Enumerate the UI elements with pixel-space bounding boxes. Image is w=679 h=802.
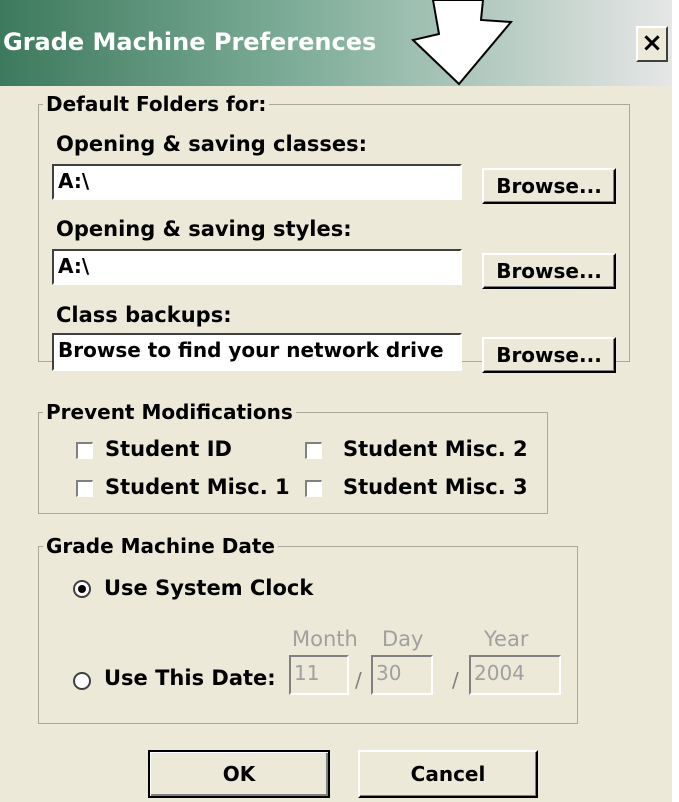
- backups-path-field[interactable]: Browse to find your network drive: [52, 333, 462, 371]
- use-this-date-radio[interactable]: [73, 672, 91, 690]
- radio-selected-dot: [78, 585, 86, 593]
- date-separator: /: [355, 668, 362, 692]
- ok-button[interactable]: OK: [148, 750, 330, 798]
- year-field: 2004: [469, 655, 561, 695]
- browse-styles-button[interactable]: Browse...: [482, 253, 616, 289]
- classes-label: Opening & saving classes:: [56, 132, 368, 156]
- styles-label: Opening & saving styles:: [56, 217, 352, 241]
- student-misc-3-label[interactable]: Student Misc. 3: [343, 475, 528, 499]
- browse-backups-button[interactable]: Browse...: [482, 337, 616, 373]
- styles-path-field[interactable]: A:\: [52, 249, 462, 285]
- day-label: Day: [382, 627, 424, 651]
- month-label: Month: [292, 627, 358, 651]
- student-misc-2-label[interactable]: Student Misc. 2: [343, 437, 528, 461]
- day-field: 30: [371, 655, 433, 695]
- student-misc-2-checkbox[interactable]: [305, 442, 322, 459]
- backups-label: Class backups:: [56, 303, 232, 327]
- window-title: Grade Machine Preferences: [3, 28, 377, 56]
- month-field: 11: [289, 655, 349, 695]
- use-system-clock-label[interactable]: Use System Clock: [104, 576, 313, 600]
- student-misc-1-checkbox[interactable]: [76, 480, 93, 497]
- window-edge: [672, 0, 679, 802]
- cancel-button[interactable]: Cancel: [358, 750, 538, 798]
- use-this-date-label[interactable]: Use This Date:: [104, 666, 276, 690]
- student-id-checkbox[interactable]: [76, 442, 93, 459]
- classes-path-field[interactable]: A:\: [52, 164, 462, 200]
- student-misc-3-checkbox[interactable]: [305, 480, 322, 497]
- student-id-label[interactable]: Student ID: [105, 437, 232, 461]
- default-folders-label: Default Folders for:: [43, 92, 270, 116]
- prevent-modifications-label: Prevent Modifications: [43, 400, 296, 424]
- student-misc-1-label[interactable]: Student Misc. 1: [105, 475, 290, 499]
- date-separator: /: [452, 668, 459, 692]
- year-label: Year: [484, 627, 529, 651]
- preferences-dialog: Grade Machine Preferences × Default Fold…: [0, 0, 672, 802]
- browse-classes-button[interactable]: Browse...: [482, 168, 616, 204]
- grade-machine-date-label: Grade Machine Date: [43, 534, 278, 558]
- close-button[interactable]: ×: [636, 26, 668, 62]
- annotation-arrow-icon: [410, 0, 514, 86]
- title-bar[interactable]: Grade Machine Preferences ×: [0, 0, 672, 86]
- use-system-clock-radio[interactable]: [73, 580, 91, 598]
